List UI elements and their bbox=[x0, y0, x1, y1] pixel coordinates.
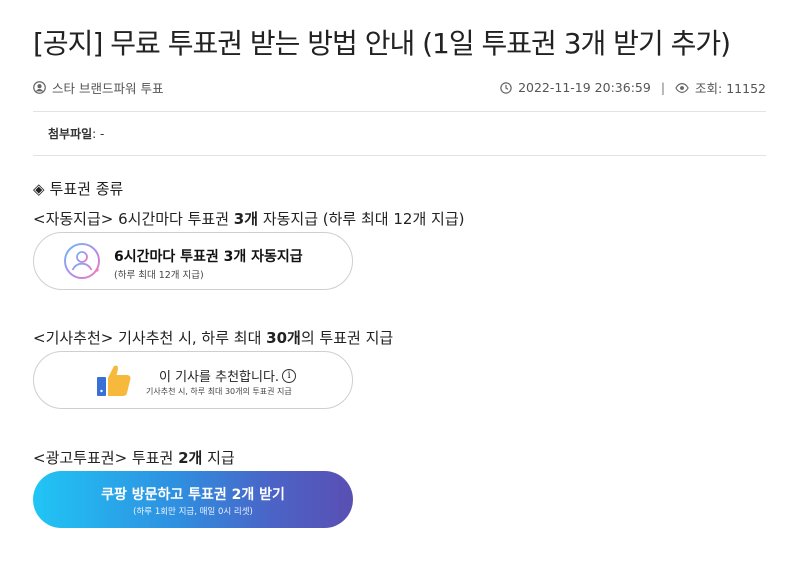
divider bbox=[33, 111, 766, 112]
post-title: [공지] 무료 투표권 받는 방법 안내 (1일 투표권 3개 받기 추가) bbox=[33, 27, 731, 60]
auto-grant-button[interactable]: 6시간마다 투표권 3개 자동지급 (하루 최대 12개 지급) bbox=[33, 232, 353, 290]
recommend-article-button[interactable]: 이 기사를 추천합니다. i 기사추천 시, 하루 최대 30개의 투표권 지급 bbox=[33, 351, 353, 409]
recommend-button-sublabel: 기사추천 시, 하루 최대 30개의 투표권 지급 bbox=[146, 387, 292, 396]
auto-grant-description: <자동지급> 6시간마다 투표권 3개 자동지급 (하루 최대 12개 지급) bbox=[33, 210, 465, 228]
auto-grant-button-label: 6시간마다 투표권 3개 자동지급 bbox=[114, 249, 303, 265]
coupang-button-sublabel: (하루 1회만 지급, 매일 0시 리셋) bbox=[133, 507, 253, 517]
post-meta: 스타 브랜드파워 투표 2022-11-19 20:36:59 | 조회: 11… bbox=[33, 78, 766, 98]
user-avatar-icon bbox=[62, 241, 102, 281]
attachment-label: 첨부파일 bbox=[48, 127, 93, 141]
section-title: 투표권 종류 bbox=[49, 180, 124, 198]
attachment-row: 첨부파일: - bbox=[48, 125, 104, 142]
post-stats: 2022-11-19 20:36:59 | 조회: 11152 bbox=[500, 78, 766, 97]
author-name[interactable]: 스타 브랜드파워 투표 bbox=[52, 78, 163, 97]
clock-icon bbox=[500, 81, 512, 94]
attachment-value: : - bbox=[92, 127, 105, 141]
post-datetime: 2022-11-19 20:36:59 bbox=[518, 80, 651, 95]
thumbs-up-icon bbox=[96, 362, 132, 398]
meta-separator: | bbox=[660, 80, 666, 95]
divider bbox=[33, 155, 766, 156]
coupang-button-label: 쿠팡 방문하고 투표권 2개 받기 bbox=[101, 487, 285, 503]
recommend-button-label: 이 기사를 추천합니다. i bbox=[159, 366, 297, 385]
user-circle-icon bbox=[33, 81, 46, 94]
coupang-visit-button[interactable]: 쿠팡 방문하고 투표권 2개 받기 (하루 1회만 지급, 매일 0시 리셋) bbox=[33, 471, 353, 528]
eye-icon bbox=[675, 82, 689, 94]
info-icon[interactable]: i bbox=[282, 368, 297, 383]
view-count: 조회: 11152 bbox=[695, 81, 766, 96]
diamond-marker: ◈ bbox=[33, 179, 45, 198]
article-recommend-description: <기사추천> 기사추천 시, 하루 최대 30개의 투표권 지급 bbox=[33, 329, 394, 347]
ad-vote-description: <광고투표권> 투표권 2개 지급 bbox=[33, 449, 235, 467]
section-heading: ◈ 투표권 종류 bbox=[33, 178, 123, 199]
author-info: 스타 브랜드파워 투표 bbox=[33, 78, 163, 97]
auto-grant-button-sublabel: (하루 최대 12개 지급) bbox=[114, 270, 204, 281]
